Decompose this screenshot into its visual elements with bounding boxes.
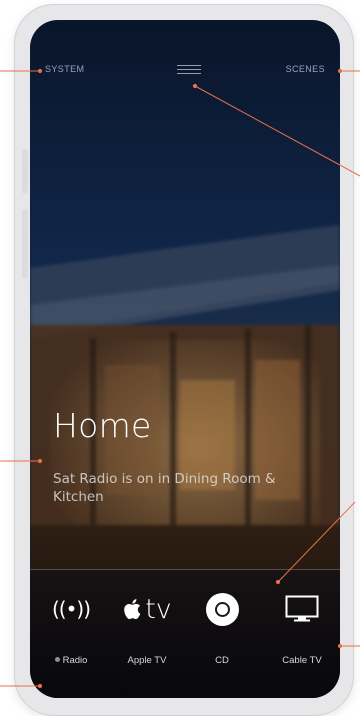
source-label: Radio — [62, 655, 88, 666]
top-bar: SYSTEM SCENES — [30, 60, 340, 80]
scenes-link[interactable]: SCENES — [286, 64, 325, 74]
source-radio[interactable]: ((•)) Radio — [32, 570, 110, 698]
source-label: CD — [215, 655, 229, 666]
apple-tv-icon: tv — [108, 590, 186, 628]
hamburger-menu-icon[interactable] — [177, 64, 201, 76]
source-cd[interactable]: CD — [183, 570, 261, 698]
cd-icon — [183, 590, 261, 628]
monitor-icon — [263, 590, 340, 628]
side-button — [22, 209, 28, 279]
source-apple-tv[interactable]: tv Apple TV — [108, 570, 186, 698]
radio-waves-icon: ((•)) — [51, 597, 91, 621]
volume-button — [22, 149, 28, 194]
room-title: Home — [53, 406, 152, 445]
source-label: Apple TV — [127, 655, 167, 666]
active-source-dot — [54, 657, 60, 662]
system-link[interactable]: SYSTEM — [45, 64, 84, 74]
source-cable-tv[interactable]: Cable TV — [263, 570, 340, 698]
source-label: Cable TV — [282, 655, 322, 666]
apple-logo-icon — [124, 599, 141, 620]
app-screen: SYSTEM SCENES Home Sat Radio is on in Di… — [30, 20, 340, 698]
now-playing-status: Sat Radio is on in Dining Room & Kitchen — [53, 471, 276, 505]
source-bar: ((•)) Radio tv Apple TV CD Cable TV — [30, 570, 340, 698]
